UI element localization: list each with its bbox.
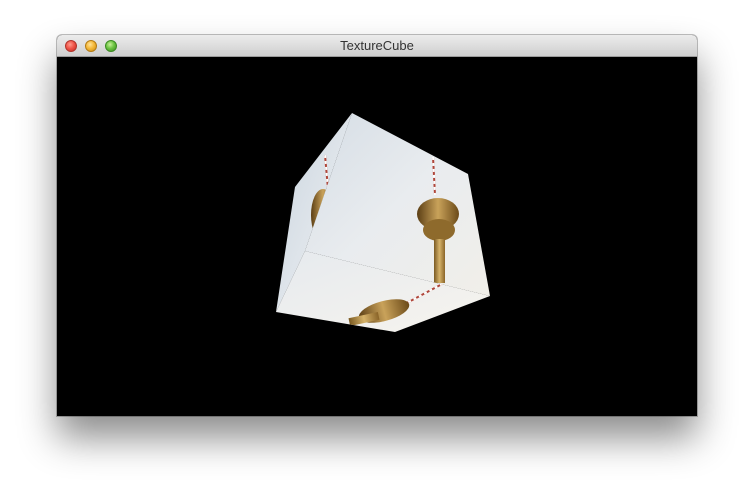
window-title: TextureCube: [340, 38, 414, 53]
render-canvas[interactable]: [57, 57, 697, 416]
title-bar[interactable]: TextureCube: [57, 35, 697, 57]
cube-scene: [276, 113, 490, 332]
app-window: TextureCube: [57, 35, 697, 416]
